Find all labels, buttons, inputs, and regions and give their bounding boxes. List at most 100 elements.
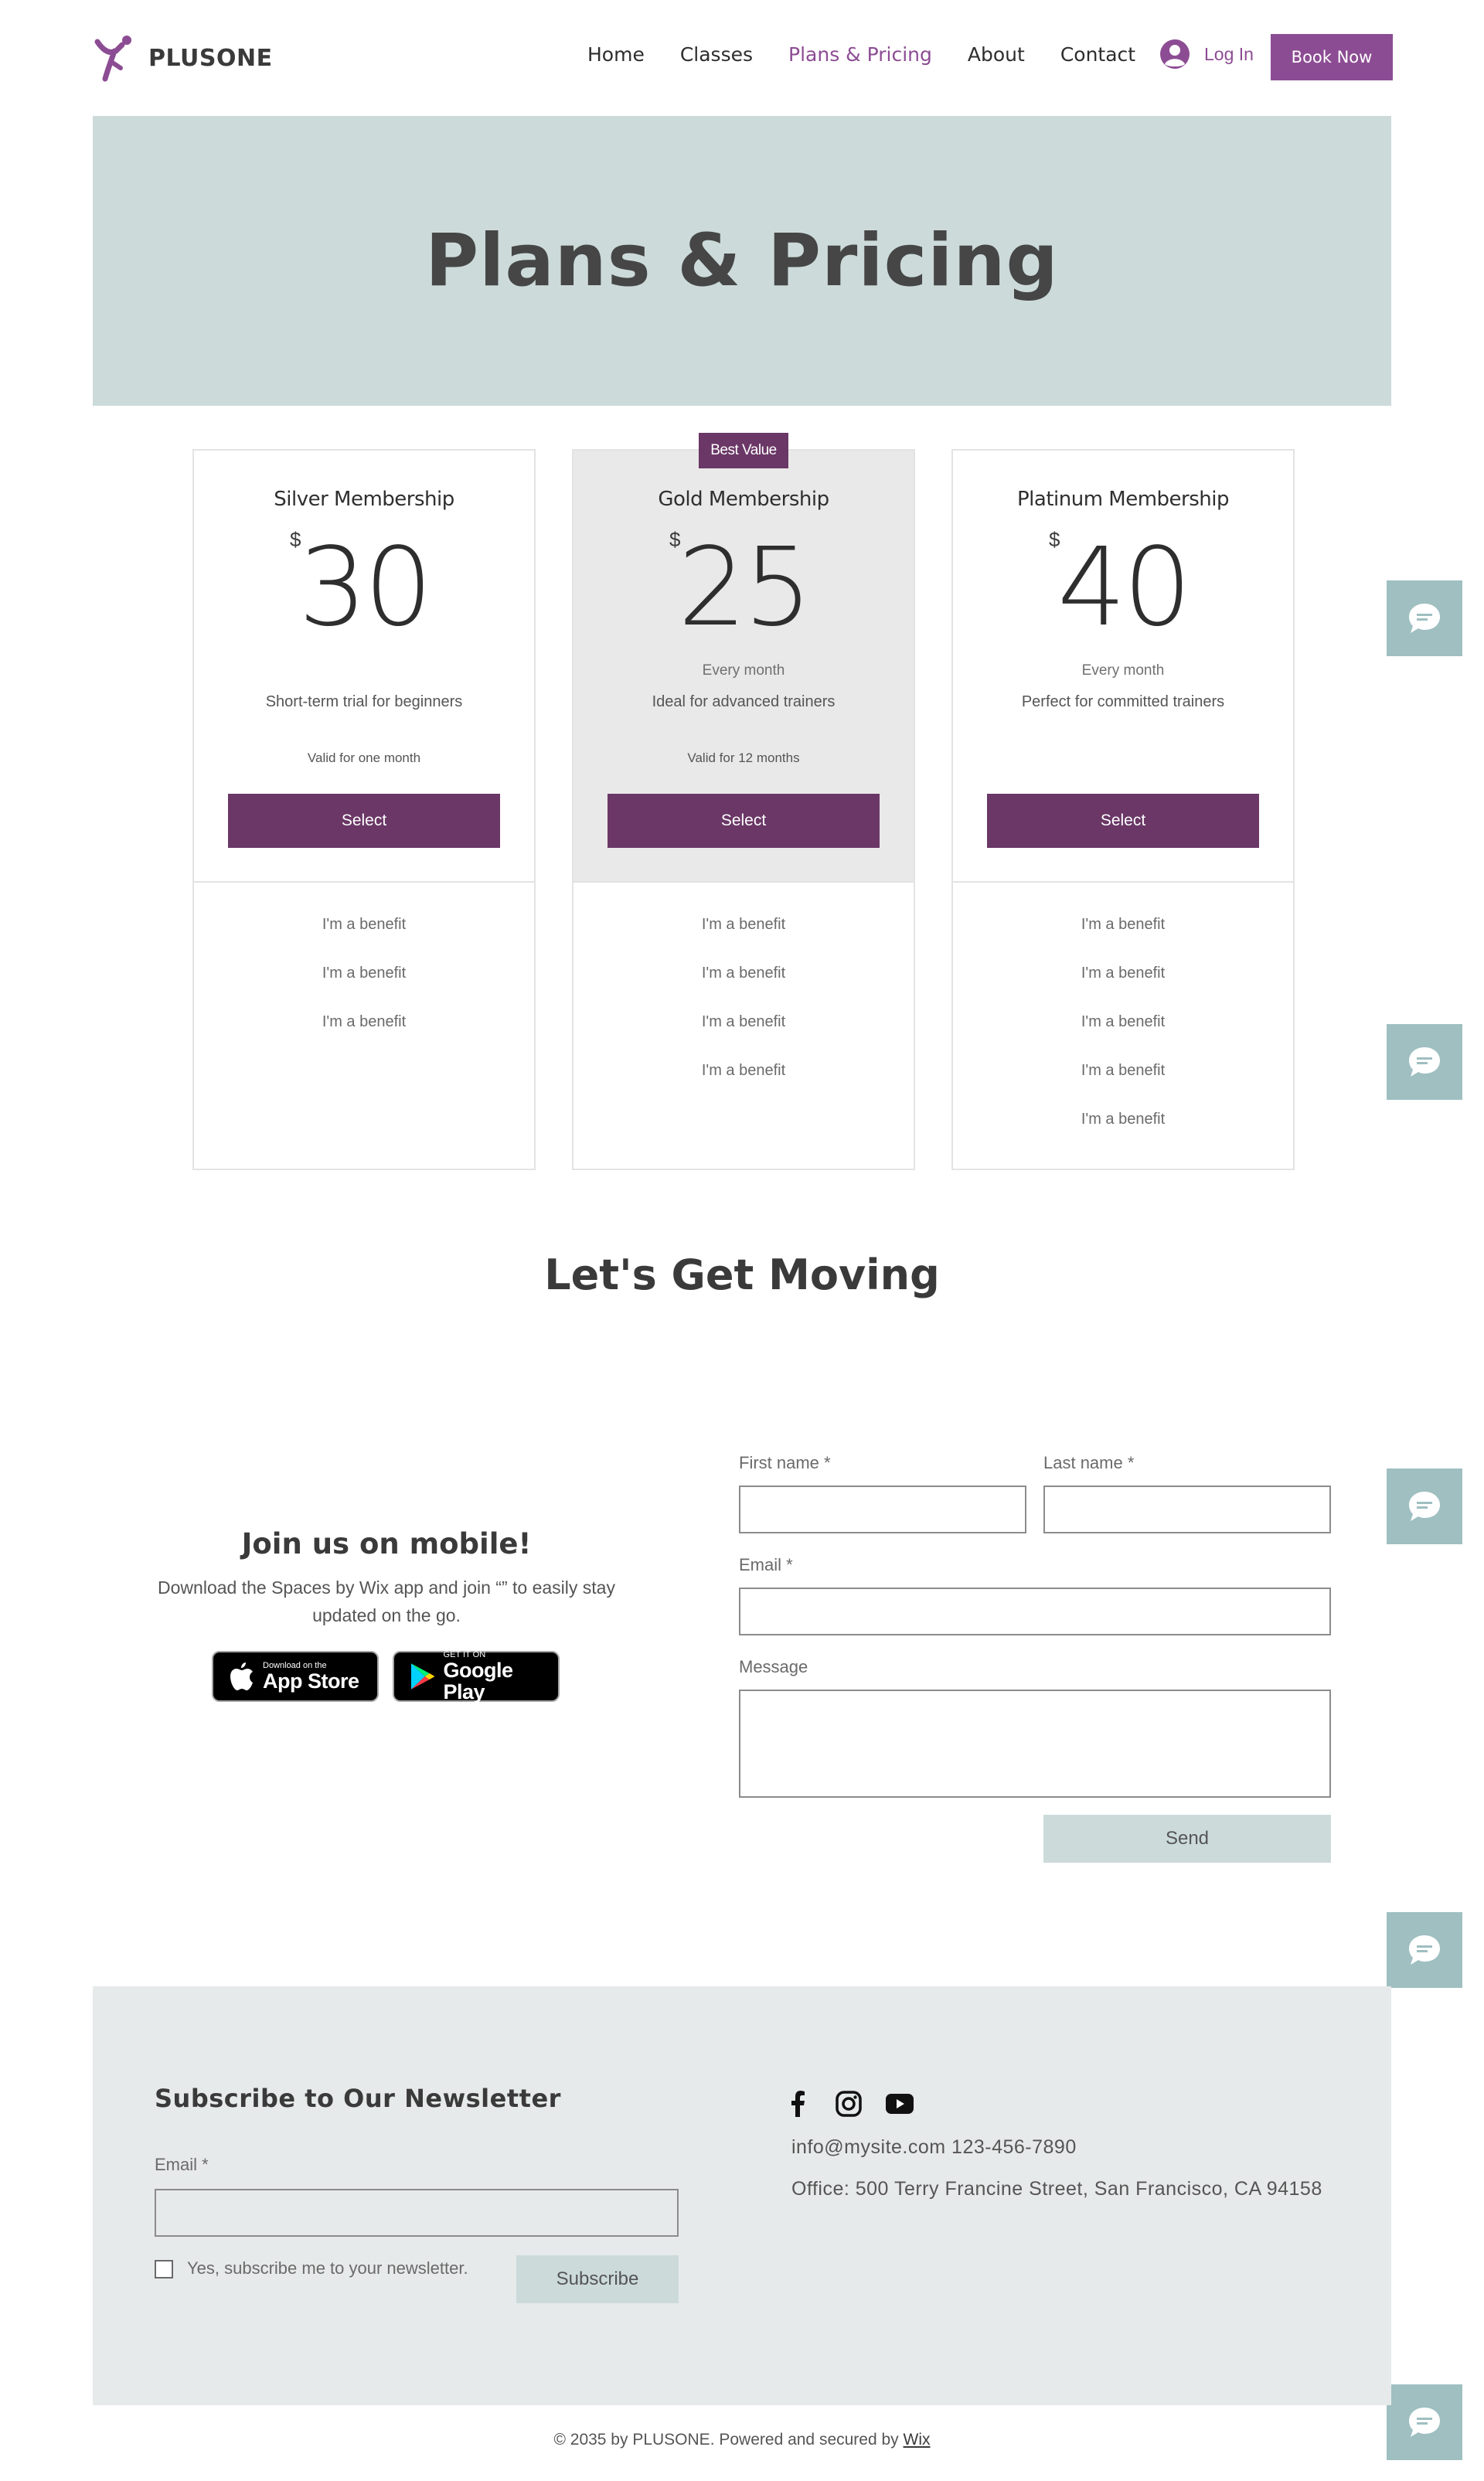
app-store-big-text: App Store <box>263 1669 359 1693</box>
plan-price: 40 <box>1057 525 1192 651</box>
select-plan-button[interactable]: Select <box>987 794 1259 848</box>
login-link[interactable]: Log In <box>1159 39 1254 70</box>
nav-item-about[interactable]: About <box>968 43 1025 66</box>
divider <box>574 881 914 883</box>
plan-description: Short-term trial for beginners <box>265 693 463 710</box>
plan-card-gold: Gold Membership $ 25 Every month Ideal f… <box>572 449 915 1170</box>
facebook-link[interactable] <box>782 2088 813 2119</box>
site-footer: Subscribe to Our Newsletter Email * Yes,… <box>93 1986 1391 2405</box>
chat-button[interactable] <box>1387 1912 1462 1988</box>
youtube-icon <box>886 2094 914 2114</box>
main-nav: Home Classes Plans & Pricing About Conta… <box>587 43 1171 66</box>
chat-button[interactable] <box>1387 1024 1462 1100</box>
plan-price: 25 <box>677 525 812 651</box>
list-item: I'm a benefit <box>322 965 407 982</box>
plan-price: 30 <box>298 525 433 651</box>
newsletter-email-field[interactable] <box>155 2189 679 2237</box>
plan-name: Silver Membership <box>274 488 454 511</box>
best-value-badge: Best Value <box>699 433 788 468</box>
plan-header: Gold Membership $ 25 Every month Ideal f… <box>574 451 914 882</box>
subscribe-checkbox-label: Yes, subscribe me to your newsletter. <box>187 2258 468 2278</box>
subscribe-button[interactable]: Subscribe <box>516 2255 679 2303</box>
last-name-label: Last name * <box>1043 1453 1135 1472</box>
newsletter-title: Subscribe to Our Newsletter <box>155 2084 561 2113</box>
select-plan-button[interactable]: Select <box>228 794 500 848</box>
chat-icon <box>1409 1492 1440 1521</box>
google-play-icon <box>410 1663 435 1690</box>
section-title: Let's Get Moving <box>544 1251 940 1299</box>
list-item: I'm a benefit <box>701 916 786 933</box>
apple-icon <box>230 1663 253 1690</box>
copyright-text: © 2035 by PLUSONE. Powered and secured b… <box>553 2431 899 2449</box>
nav-item-contact[interactable]: Contact <box>1060 43 1135 66</box>
benefit-list: I'm a benefit I'm a benefit I'm a benefi… <box>574 916 914 1111</box>
list-item: I'm a benefit <box>1081 965 1166 982</box>
list-item: I'm a benefit <box>701 1062 786 1079</box>
hero-banner: Plans & Pricing <box>93 116 1391 406</box>
contact-email-phone: info@mysite.com 123-456-7890 <box>791 2136 1077 2158</box>
list-item: I'm a benefit <box>1081 1062 1166 1079</box>
benefit-list: I'm a benefit I'm a benefit I'm a benefi… <box>194 916 534 1062</box>
app-store-button[interactable]: Download on the App Store <box>212 1651 379 1702</box>
nav-item-home[interactable]: Home <box>587 43 645 66</box>
list-item: I'm a benefit <box>701 965 786 982</box>
copyright: © 2035 by PLUSONE. Powered and secured b… <box>0 2431 1484 2449</box>
benefit-list: I'm a benefit I'm a benefit I'm a benefi… <box>953 916 1293 1159</box>
plan-name: Platinum Membership <box>1017 488 1230 511</box>
wix-link[interactable]: Wix <box>904 2431 931 2449</box>
plan-frequency: Every month <box>702 662 785 679</box>
plan-frequency: Every month <box>1081 662 1165 679</box>
nav-item-classes[interactable]: Classes <box>680 43 753 66</box>
divider <box>194 881 534 883</box>
email-label: Email * <box>739 1555 793 1574</box>
youtube-link[interactable] <box>884 2088 915 2119</box>
first-name-field[interactable] <box>739 1486 1026 1533</box>
first-name-label: First name * <box>739 1453 831 1472</box>
chat-icon <box>1409 1047 1440 1077</box>
list-item: I'm a benefit <box>1081 916 1166 933</box>
list-item: I'm a benefit <box>1081 1013 1166 1030</box>
send-button[interactable]: Send <box>1043 1815 1331 1863</box>
login-label: Log In <box>1204 43 1254 64</box>
chat-button[interactable] <box>1387 580 1462 656</box>
brand-name: PLUSONE <box>148 44 273 72</box>
newsletter-email-label: Email * <box>155 2155 209 2174</box>
last-name-field[interactable] <box>1043 1486 1331 1533</box>
plan-card-silver: Silver Membership $ 30 Short-term trial … <box>192 449 536 1170</box>
nav-item-plans-pricing[interactable]: Plans & Pricing <box>788 43 932 66</box>
list-item: I'm a benefit <box>1081 1111 1166 1128</box>
plan-card-platinum: Platinum Membership $ 40 Every month Per… <box>951 449 1295 1170</box>
list-item: I'm a benefit <box>701 1013 786 1030</box>
list-item: I'm a benefit <box>322 1013 407 1030</box>
page-title: Plans & Pricing <box>425 219 1059 303</box>
plan-description: Perfect for committed trainers <box>1021 693 1225 710</box>
book-now-button[interactable]: Book Now <box>1271 34 1393 80</box>
logo[interactable]: PLUSONE <box>93 34 273 82</box>
email-field[interactable] <box>739 1588 1331 1635</box>
office-address: Office: 500 Terry Francine Street, San F… <box>791 2178 1322 2200</box>
mobile-description: Download the Spaces by Wix app and join … <box>158 1577 615 1625</box>
chat-button[interactable] <box>1387 1469 1462 1544</box>
instagram-icon <box>836 2091 862 2117</box>
google-play-button[interactable]: GET IT ON Google Play <box>393 1650 560 1703</box>
plan-header: Platinum Membership $ 40 Every month Per… <box>953 451 1293 882</box>
site-header: PLUSONE Home Classes Plans & Pricing Abo… <box>93 0 1393 116</box>
logo-figure-icon <box>94 36 131 82</box>
instagram-link[interactable] <box>833 2088 864 2119</box>
select-plan-button[interactable]: Select <box>608 794 880 848</box>
mobile-title: Join us on mobile! <box>241 1527 532 1560</box>
plan-validity: Valid for 12 months <box>687 750 800 765</box>
list-item: I'm a benefit <box>322 916 407 933</box>
user-avatar-icon <box>1160 39 1190 69</box>
plan-name: Gold Membership <box>658 488 829 511</box>
divider <box>953 881 1293 883</box>
facebook-icon <box>791 2091 805 2117</box>
message-label: Message <box>739 1657 808 1676</box>
chat-icon <box>1409 1935 1440 1965</box>
google-play-big-text: Google Play <box>443 1659 514 1703</box>
plan-validity: Valid for one month <box>307 750 421 765</box>
subscribe-checkbox[interactable] <box>155 2260 173 2279</box>
chat-icon <box>1409 604 1440 633</box>
message-field[interactable] <box>739 1690 1331 1798</box>
plan-description: Ideal for advanced trainers <box>652 693 836 710</box>
